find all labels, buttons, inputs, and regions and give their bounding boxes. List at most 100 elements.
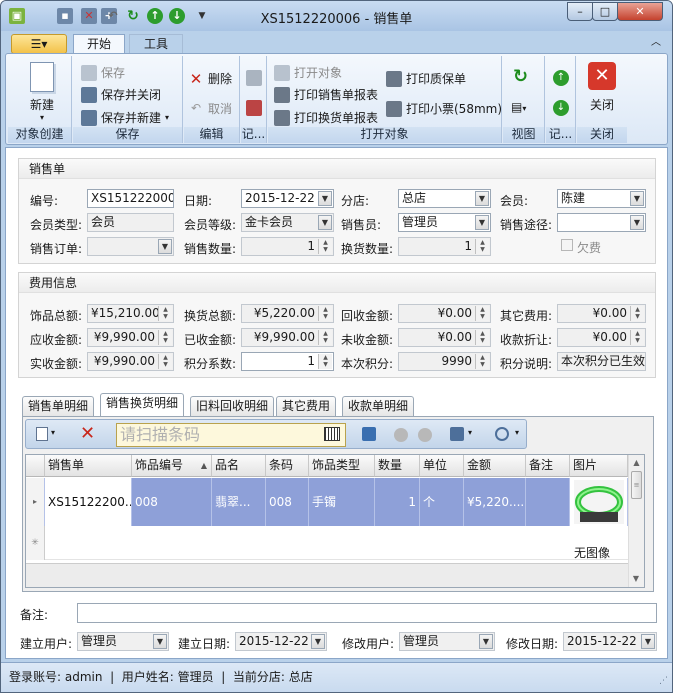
branch-select[interactable]: 总店 ▼ — [398, 189, 491, 208]
new-button[interactable]: 新建 ▾ — [22, 62, 62, 122]
column-header[interactable]: 图片 — [570, 455, 628, 477]
save-layout-dropdown-icon[interactable]: ▾ — [468, 428, 472, 437]
print-warranty-button[interactable]: 打印质保单 — [386, 70, 466, 87]
row-indicator[interactable]: ▸ — [26, 478, 45, 526]
table-cell[interactable]: 008 — [132, 478, 212, 526]
save-close-button[interactable]: 保存并关闭 — [81, 86, 161, 103]
column-header[interactable]: 金额 — [464, 455, 526, 477]
barcode-input[interactable]: 请扫描条码 — [116, 423, 346, 447]
date-field[interactable]: 2015-12-22 ▼ — [241, 189, 334, 208]
record-icon[interactable] — [246, 100, 262, 116]
vertical-scrollbar[interactable]: ▲ ≡ ▼ — [628, 455, 644, 587]
spinner-icon: ▲ ▼ — [318, 330, 332, 345]
column-header[interactable]: 单位 — [420, 455, 464, 477]
tab-recycle-detail[interactable]: 旧料回收明细 — [190, 396, 275, 416]
points-coef-field[interactable]: 1 ▲ ▼ — [241, 352, 334, 371]
modifier-select: 管理员 ▼ — [399, 632, 495, 651]
scroll-thumb[interactable]: ≡ — [631, 471, 642, 499]
find-icon[interactable] — [495, 427, 509, 441]
up-icon[interactable]: ↑ — [553, 70, 569, 86]
move-up-icon[interactable] — [394, 428, 408, 442]
salesperson-select[interactable]: 管理员 ▼ — [398, 213, 491, 232]
exchange-qty-label: 换货数量: — [341, 242, 394, 256]
save-layout-icon[interactable] — [450, 427, 464, 441]
remark-field[interactable] — [77, 603, 657, 623]
unreceived-label: 未收金额: — [341, 333, 394, 347]
tab-other-fees[interactable]: 其它费用 — [276, 396, 337, 416]
tab-sales-detail[interactable]: 销售单明细 — [22, 396, 95, 416]
print-exchange-report-button[interactable]: 打印换货单报表 — [274, 109, 378, 126]
spinner-icon: ▲ ▼ — [630, 306, 644, 321]
resize-grip-icon[interactable]: ⋰ — [659, 667, 668, 692]
channel-select[interactable]: ▼ — [557, 213, 646, 232]
column-header[interactable]: 备注 — [526, 455, 570, 477]
scroll-up-icon[interactable]: ▲ — [629, 455, 644, 471]
new-row[interactable] — [45, 526, 628, 560]
member-label: 会员: — [500, 194, 529, 208]
print-sales-report-button[interactable]: 打印销售单报表 — [274, 86, 378, 103]
tab-start[interactable]: 开始 — [73, 34, 125, 54]
table-cell[interactable]: 个 — [420, 478, 464, 526]
delete-button[interactable]: ✕ 删除 — [188, 70, 232, 87]
number-field[interactable]: XS1512220006 — [87, 189, 174, 208]
owe-checkbox[interactable] — [561, 239, 573, 251]
member-level-select: 金卡会员 ▼ — [241, 213, 334, 232]
close-ribbon-button[interactable]: ✕ 关闭 — [583, 62, 621, 113]
cancel-button[interactable]: ↶ 取消 — [188, 100, 232, 117]
group-record: 记... — [241, 56, 267, 143]
import-icon[interactable] — [362, 427, 376, 441]
tab-payment-detail[interactable]: 收款单明细 — [342, 396, 415, 416]
member-select[interactable]: 陈建 ▼ — [557, 189, 646, 208]
minimize-button[interactable]: – — [567, 2, 593, 21]
new-row-indicator[interactable]: ✳ — [26, 526, 45, 560]
print-ticket-button[interactable]: 打印小票(58mm) — [386, 100, 502, 117]
image-cell[interactable] — [570, 478, 628, 526]
delete-row-icon[interactable]: ✕ — [80, 423, 95, 444]
tab-exchange-detail[interactable]: 销售换货明细 — [100, 393, 185, 416]
table-cell[interactable]: 翡翠... — [212, 478, 266, 526]
down-icon[interactable]: ↓ — [553, 100, 569, 116]
table-cell[interactable]: 手镯 — [309, 478, 375, 526]
view-options-icon[interactable]: ▤▾ — [511, 100, 533, 114]
add-row-icon[interactable] — [36, 427, 48, 441]
dropdown-icon: ▼ — [630, 215, 644, 230]
group-close: ✕ 关闭 关闭 — [577, 56, 627, 143]
group-edit: ✕ 删除 ↶ 取消 编辑 — [184, 56, 240, 143]
printer-icon — [274, 109, 290, 126]
column-header[interactable]: 销售单 — [45, 455, 132, 477]
table-cell[interactable]: XS15122200... — [45, 478, 132, 526]
add-dropdown-icon[interactable]: ▾ — [51, 428, 55, 437]
open-object-button[interactable]: 打开对象 — [274, 64, 342, 81]
group-label-save: 保存 — [73, 127, 182, 143]
table-cell[interactable] — [526, 478, 570, 526]
refresh-icon[interactable]: ↻ — [513, 66, 528, 87]
save-button[interactable]: 保存 — [81, 64, 125, 81]
ribbon-tab-row: ☰▾ 开始 工具 ︿ — [1, 31, 672, 54]
barcode-icon[interactable] — [324, 427, 340, 441]
points-label: 本次积分: — [341, 357, 394, 371]
sales-qty-label: 销售数量: — [184, 242, 237, 256]
ribbon-collapse-icon[interactable]: ︿ — [649, 34, 663, 54]
table-cell[interactable]: 008 — [266, 478, 309, 526]
actual-field: ¥9,990.00 ▲ ▼ — [87, 352, 174, 371]
close-button[interactable]: ✕ — [617, 2, 663, 21]
dropdown-icon: ▼ — [158, 239, 172, 254]
app-menu-button[interactable]: ☰▾ — [11, 34, 67, 54]
tab-tools[interactable]: 工具 — [129, 34, 183, 54]
printer-icon — [274, 86, 290, 103]
column-header[interactable]: 品名 — [212, 455, 266, 477]
link-icon[interactable] — [246, 70, 262, 86]
maximize-button[interactable]: □ — [592, 2, 618, 21]
column-header[interactable]: 条码 — [266, 455, 309, 477]
move-down-icon[interactable] — [418, 428, 432, 442]
table-cell[interactable]: ¥5,220.... — [464, 478, 526, 526]
group-label-close: 关闭 — [577, 127, 627, 143]
group-label-open: 打开对象 — [268, 127, 501, 143]
column-header[interactable]: 饰品类型 — [309, 455, 375, 477]
save-new-button[interactable]: 保存并新建 ▾ — [81, 109, 169, 126]
find-dropdown-icon[interactable]: ▾ — [515, 428, 519, 437]
scroll-down-icon[interactable]: ▼ — [629, 571, 643, 587]
table-cell[interactable]: 1 — [375, 478, 420, 526]
column-header[interactable]: 数量 — [375, 455, 420, 477]
column-header[interactable]: 饰品编号 ▲ — [132, 455, 212, 477]
